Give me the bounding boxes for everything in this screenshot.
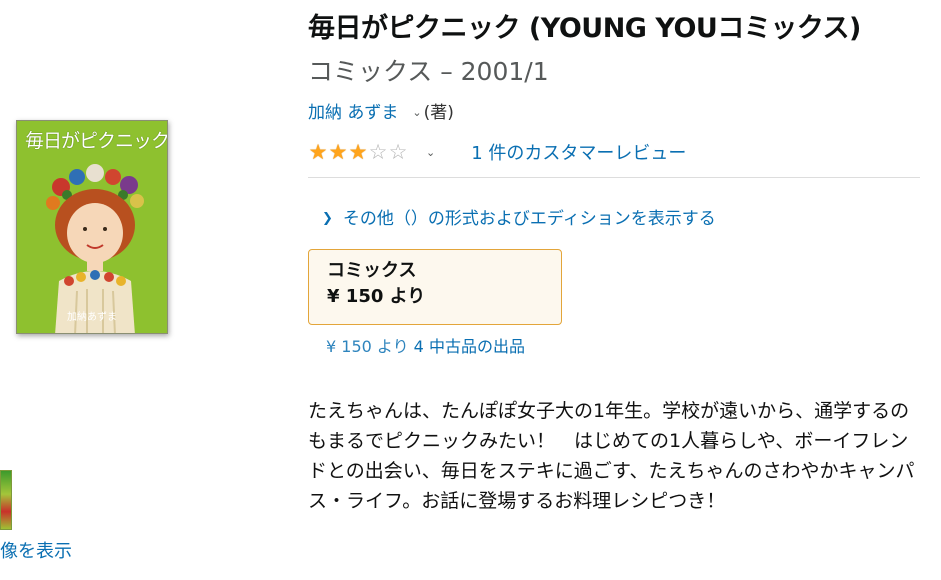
format-option-comics[interactable]: コミックス ¥ 150 より <box>308 249 562 325</box>
other-formats-label: その他（）の形式およびエディションを表示する <box>342 209 716 229</box>
section-divider <box>308 177 920 178</box>
author-byline: 加納 あずま ⌄ (著) <box>308 100 454 126</box>
used-offers-row: ¥ 150 より 4 中古品の出品 <box>326 336 525 358</box>
cover-illustration <box>46 164 144 333</box>
used-price: ¥ 150 より <box>326 337 409 356</box>
star-full-icon: ★ <box>308 140 328 164</box>
product-title: 毎日がピクニック (YOUNG YOUコミックス) <box>308 13 861 44</box>
rating-dropdown-chevron-icon[interactable]: ⌄ <box>426 146 435 159</box>
star-empty-icon: ☆ <box>368 140 388 164</box>
customer-reviews-link[interactable]: 1 件のカスタマーレビュー <box>471 139 686 165</box>
star-full-icon: ★ <box>348 140 368 164</box>
image-thumbnail[interactable] <box>0 470 12 530</box>
author-link[interactable]: 加納 あずま <box>308 100 398 126</box>
author-dropdown-chevron-icon[interactable]: ⌄ <box>412 100 421 126</box>
star-full-icon: ★ <box>328 140 348 164</box>
star-empty-icon: ☆ <box>388 140 408 164</box>
chevron-right-icon: ❯ <box>322 211 333 226</box>
format-and-date: コミックス – 2001/1 <box>308 57 549 86</box>
star-rating[interactable]: ★ ★ ★ ☆ ☆ <box>308 140 408 164</box>
view-images-link[interactable]: 像を表示 <box>0 540 72 564</box>
product-description: たえちゃんは、たんぽぽ女子大の1年生。学校が遠いから、通学するのもまるでピクニッ… <box>308 400 915 512</box>
cover-author-text: 加納あずま <box>67 312 117 323</box>
rating-row: ★ ★ ★ ☆ ☆ ⌄ 1 件のカスタマーレビュー <box>308 138 687 166</box>
book-cover-image[interactable]: 毎日がピクニック 加納あずま <box>16 120 168 334</box>
used-offers-link[interactable]: 4 中古品の出品 <box>414 337 525 356</box>
author-role: (著) <box>423 103 454 123</box>
other-formats-link[interactable]: ❯ その他（）の形式およびエディションを表示する <box>322 206 716 232</box>
format-price-label: ¥ 150 より <box>327 286 426 307</box>
format-type-label: コミックス <box>327 260 417 281</box>
